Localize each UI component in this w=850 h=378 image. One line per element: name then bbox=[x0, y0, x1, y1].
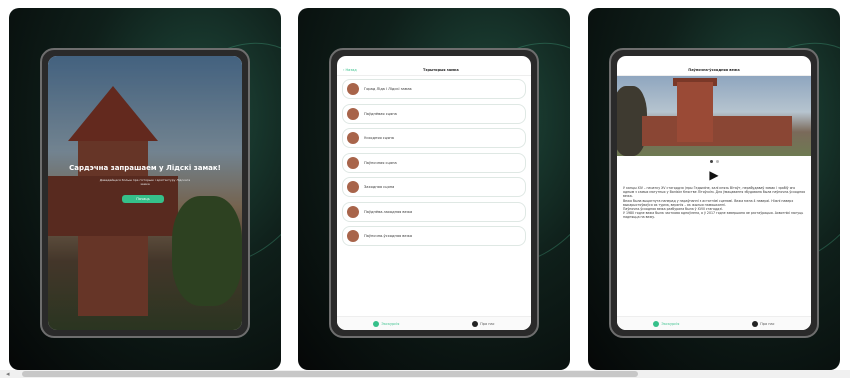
description-paragraph: Вежа была выцягнута наперад у параўнанні… bbox=[623, 198, 794, 207]
list-item-label: Паўночна-ўсходняя вежа bbox=[364, 234, 413, 238]
horizontal-scrollbar[interactable]: ◂ bbox=[0, 370, 850, 378]
nav-bar: ‹ Назад Тэрыторыя замка bbox=[337, 64, 531, 76]
welcome-description: Даведайцеся больш пра гісторыю і архітэк… bbox=[99, 178, 191, 186]
location-thumbnail bbox=[347, 205, 359, 218]
description-paragraph: У канцы XIV – пачатку XV стагоддзя (пры … bbox=[623, 186, 805, 199]
tab-excursion[interactable]: Экскурсія bbox=[373, 320, 400, 327]
location-thumbnail bbox=[347, 132, 359, 144]
list-item[interactable]: Паўднёвая сцяна bbox=[342, 103, 526, 124]
tab-excursion[interactable]: Экскурсія bbox=[653, 320, 680, 327]
tab-bar: Экскурсія Пра нас bbox=[337, 316, 531, 330]
tab-label: Экскурсія bbox=[661, 321, 680, 326]
tab-label: Пра нас bbox=[760, 321, 775, 326]
tablet-frame: ‹ Назад Тэрыторыя замка Горад Ліда і Лід… bbox=[329, 48, 539, 338]
list-item[interactable]: Горад Ліда і Лідскі замак bbox=[342, 79, 526, 99]
tab-bar: Экскурсія Пра нас bbox=[617, 316, 811, 330]
list-item-label: Паўднёвая сцяна bbox=[364, 111, 397, 116]
start-button[interactable]: Пачаць bbox=[122, 195, 164, 203]
status-bar bbox=[617, 56, 811, 64]
location-thumbnail bbox=[347, 107, 359, 120]
list-item-label: Паўночная сцяна bbox=[364, 160, 397, 165]
tab-about[interactable]: Пра нас bbox=[472, 320, 495, 327]
screenshot-gallery: Сардэчна запрашаем у Лідскі замак! Давед… bbox=[0, 0, 850, 378]
screenshot-card-detail[interactable]: Паўночна-ўсходняя вежа ▶ У канцы XIV – п… bbox=[588, 8, 840, 370]
dark-overlay bbox=[48, 56, 242, 330]
welcome-screen: Сардэчна запрашаем у Лідскі замак! Давед… bbox=[48, 56, 242, 330]
page-indicator[interactable] bbox=[617, 156, 811, 166]
info-icon bbox=[752, 320, 759, 327]
location-thumbnail bbox=[347, 181, 359, 193]
info-icon bbox=[472, 320, 479, 327]
page-title: Паўночна-ўсходняя вежа bbox=[688, 67, 740, 72]
list-item[interactable]: Паўночна-ўсходняя вежа bbox=[342, 226, 526, 246]
description-text: У канцы XIV – пачатку XV стагоддзя (пры … bbox=[617, 184, 811, 222]
play-icon[interactable]: ▶ bbox=[617, 166, 811, 184]
list-item[interactable]: Заходняя сцяна bbox=[342, 177, 526, 197]
page-title: Тэрыторыя замка bbox=[423, 67, 459, 72]
walk-icon bbox=[373, 320, 380, 327]
nav-bar: Паўночна-ўсходняя вежа bbox=[617, 64, 811, 76]
list-item-label: Заходняя сцяна bbox=[364, 185, 395, 189]
location-thumbnail bbox=[347, 83, 359, 95]
list-item[interactable]: Паўднёва-заходняя вежа bbox=[342, 201, 526, 222]
list-item-label: Горад Ліда і Лідскі замак bbox=[364, 87, 412, 91]
tab-about[interactable]: Пра нас bbox=[752, 320, 775, 327]
location-thumbnail bbox=[347, 156, 359, 169]
tab-label: Экскурсія bbox=[381, 321, 400, 326]
scroll-left-icon[interactable]: ◂ bbox=[6, 370, 10, 378]
description-paragraph: У 1980 годзе вежа была часткова адноўлен… bbox=[623, 211, 804, 220]
tablet-frame: Сардэчна запрашаем у Лідскі замак! Давед… bbox=[40, 48, 250, 338]
scrollbar-thumb[interactable] bbox=[22, 371, 638, 377]
list-item[interactable]: Усходняя сцяна bbox=[342, 128, 526, 148]
location-list: Горад Ліда і Лідскі замак Паўднёвая сцян… bbox=[337, 76, 531, 254]
tablet-frame: Паўночна-ўсходняя вежа ▶ У канцы XIV – п… bbox=[609, 48, 819, 338]
screenshot-card-welcome[interactable]: Сардэчна запрашаем у Лідскі замак! Давед… bbox=[9, 8, 281, 370]
list-screen: ‹ Назад Тэрыторыя замка Горад Ліда і Лід… bbox=[337, 56, 531, 330]
tab-label: Пра нас bbox=[480, 321, 495, 326]
list-item[interactable]: Паўночная сцяна bbox=[342, 152, 526, 173]
back-button[interactable]: ‹ Назад bbox=[343, 68, 357, 72]
welcome-title: Сардэчна запрашаем у Лідскі замак! bbox=[69, 164, 221, 172]
list-item-label: Паўднёва-заходняя вежа bbox=[364, 209, 413, 214]
location-thumbnail bbox=[347, 230, 359, 242]
screenshot-card-list[interactable]: ‹ Назад Тэрыторыя замка Горад Ліда і Лід… bbox=[298, 8, 570, 370]
walk-icon bbox=[653, 320, 660, 327]
detail-screen: Паўночна-ўсходняя вежа ▶ У канцы XIV – п… bbox=[617, 56, 811, 330]
status-bar bbox=[337, 56, 531, 64]
list-item-label: Усходняя сцяна bbox=[364, 136, 394, 140]
tower-photo bbox=[617, 76, 811, 156]
